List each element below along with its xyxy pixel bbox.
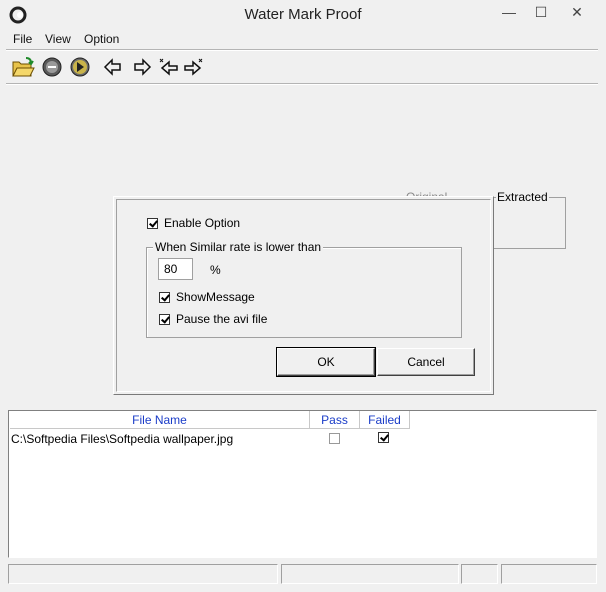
arrow-left-icon[interactable] (102, 56, 126, 78)
pause-avi-label: Pause the avi file (176, 312, 268, 326)
show-message-checkbox[interactable] (159, 292, 170, 303)
menu-file[interactable]: File (13, 32, 32, 46)
row-file-name: C:\Softpedia Files\Softpedia wallpaper.j… (11, 432, 234, 446)
status-pane-4 (501, 564, 597, 584)
similar-rate-group-label: When Similar rate is lower than (153, 240, 324, 254)
column-header-pass[interactable]: Pass (310, 411, 360, 429)
row-pass-checkbox[interactable] (329, 433, 340, 444)
rate-unit-label: % (210, 263, 221, 277)
pause-avi-checkbox[interactable] (159, 314, 170, 325)
menu-divider (6, 49, 598, 51)
step-forward-icon[interactable] (182, 56, 206, 78)
status-pane-1 (8, 564, 278, 584)
arrow-right-icon[interactable] (130, 56, 154, 78)
column-header-file-name[interactable]: File Name (10, 411, 310, 429)
enable-option-checkbox[interactable] (147, 218, 158, 229)
title-bar: Water Mark Proof — ☐ ✕ (0, 0, 606, 30)
minimize-button[interactable]: — (493, 2, 525, 24)
stop-icon[interactable] (40, 56, 64, 78)
show-message-label: ShowMessage (176, 290, 255, 304)
step-back-icon[interactable] (157, 56, 181, 78)
menu-view[interactable]: View (45, 32, 71, 46)
cancel-button[interactable]: Cancel (377, 348, 475, 376)
ok-button[interactable]: OK (276, 347, 376, 377)
similar-rate-input[interactable]: 80 (158, 258, 193, 280)
close-button[interactable]: ✕ (561, 2, 593, 24)
maximize-button[interactable]: ☐ (525, 2, 557, 24)
enable-option-label: Enable Option (164, 216, 241, 230)
menu-option[interactable]: Option (84, 32, 119, 46)
play-icon[interactable] (68, 56, 92, 78)
status-pane-2 (281, 564, 459, 584)
menu-bar: File View Option (6, 30, 600, 48)
extracted-panel-label: Extracted (496, 190, 549, 204)
status-pane-3 (461, 564, 498, 584)
toolbar-divider (6, 83, 598, 85)
column-header-failed[interactable]: Failed (360, 411, 410, 429)
row-failed-checkbox[interactable] (378, 432, 389, 443)
open-folder-icon[interactable] (11, 56, 35, 78)
